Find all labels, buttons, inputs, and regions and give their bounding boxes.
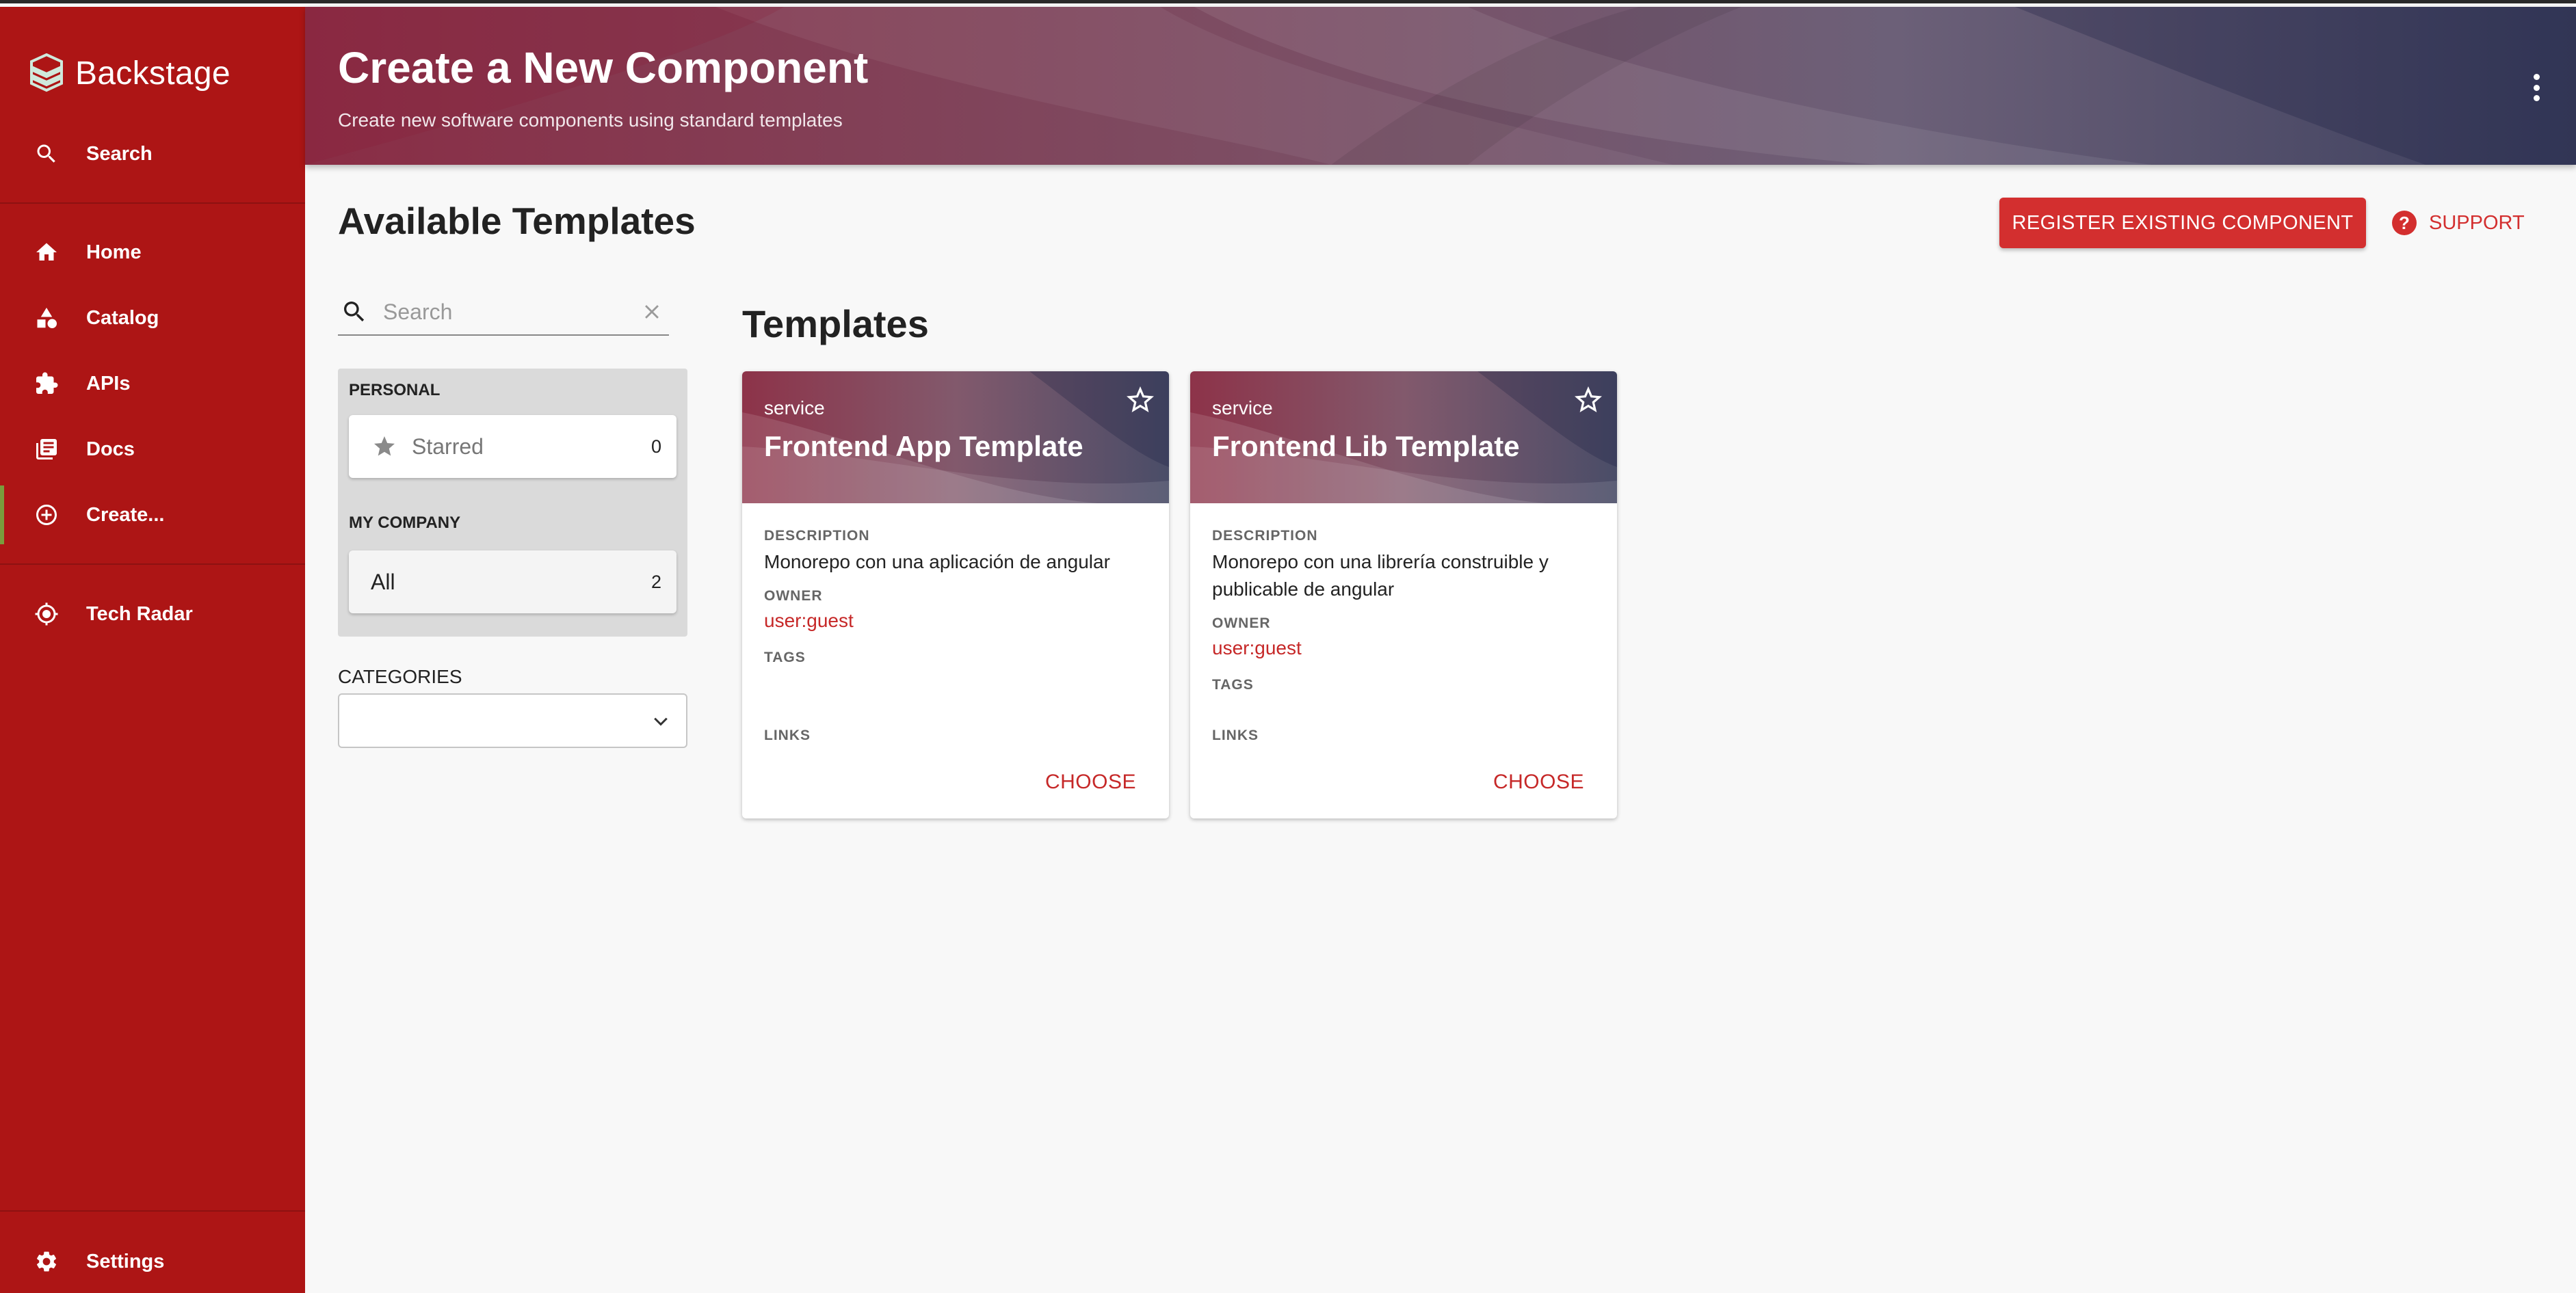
card-type: service (1212, 397, 1273, 418)
categories-label: CATEGORIES (338, 666, 462, 687)
filter-all-label: All (371, 569, 395, 594)
template-search (338, 289, 669, 336)
sidebar-item-label: APIs (86, 372, 131, 395)
support-label: SUPPORT (2429, 211, 2525, 234)
description-label: DESCRIPTION (764, 528, 870, 544)
clear-icon[interactable] (640, 300, 663, 323)
company-heading: MY COMPANY (349, 514, 461, 532)
owner-label: OWNER (764, 588, 823, 604)
puzzle-icon (36, 372, 58, 394)
card-body: DESCRIPTION Monorepo con una librería co… (1190, 528, 1617, 744)
add-circle-icon (36, 505, 57, 525)
search-icon (344, 302, 365, 322)
sidebar-item-create[interactable]: Create... (0, 485, 305, 544)
logo-text: Backstage (75, 55, 231, 92)
links-label: LINKS (764, 728, 811, 743)
sidebar-item-label: Catalog (86, 306, 159, 329)
card-type: service (764, 397, 825, 418)
description-label: DESCRIPTION (1212, 528, 1318, 544)
sidebar-item-apis[interactable]: APIs (0, 354, 305, 413)
sidebar: Backstage Search Home Catalog APIs Docs … (0, 7, 305, 1293)
sidebar-item-label: Tech Radar (86, 602, 193, 625)
card-description-line: publicable de angular (1212, 578, 1395, 600)
radar-icon (35, 602, 58, 626)
chevron-down-icon (654, 717, 668, 726)
sidebar-divider (0, 202, 305, 204)
help-icon: ? (2392, 211, 2417, 235)
categories-select[interactable] (338, 693, 687, 748)
template-card: service Frontend Lib Template DESCRIPTIO… (1190, 371, 1617, 818)
choose-button[interactable]: CHOOSE (1045, 771, 1136, 794)
backstage-logo[interactable]: Backstage (29, 49, 231, 97)
catalog-icon (37, 308, 57, 328)
links-label: LINKS (1212, 728, 1259, 743)
sidebar-search-label: Search (86, 142, 153, 165)
tags-label: TAGS (764, 650, 806, 665)
page-title: Available Templates (338, 200, 696, 242)
home-icon (36, 243, 57, 261)
sidebar-item-label: Home (86, 241, 142, 263)
filter-starred-count: 0 (650, 436, 661, 457)
header-subtitle: Create new software components using sta… (338, 109, 843, 131)
sidebar-item-label: Settings (86, 1250, 165, 1272)
owner-filter-panel: PERSONAL Starred 0 MY COMPANY All 2 (338, 369, 687, 637)
filter-starred-label: Starred (412, 434, 484, 459)
tags-label: TAGS (1212, 677, 1254, 693)
star-icon (374, 436, 395, 456)
star-outline-icon[interactable] (1124, 384, 1157, 416)
owner-label: OWNER (1212, 615, 1271, 631)
sidebar-item-settings[interactable]: Settings (0, 1232, 305, 1291)
filter-starred[interactable]: Starred 0 (349, 415, 676, 478)
search-input[interactable] (383, 299, 629, 325)
card-header: service Frontend Lib Template (1190, 371, 1617, 503)
app-window: Backstage Search Home Catalog APIs Docs … (0, 0, 2576, 1293)
choose-button[interactable]: CHOOSE (1493, 771, 1584, 794)
personal-heading: PERSONAL (349, 381, 441, 399)
templates-heading: Templates (742, 302, 929, 345)
card-owner-link[interactable]: user:guest (764, 610, 1147, 632)
card-body: DESCRIPTION Monorepo con una aplicación … (742, 528, 1169, 744)
card-title: Frontend App Template (764, 430, 1083, 462)
sidebar-divider (0, 1210, 305, 1212)
gear-icon (36, 1251, 57, 1272)
register-existing-component-button[interactable]: REGISTER EXISTING COMPONENT (1999, 198, 2366, 248)
filter-all[interactable]: All 2 (349, 550, 676, 613)
search-icon (37, 144, 55, 163)
sidebar-search[interactable]: Search (0, 124, 305, 183)
sidebar-divider (0, 563, 305, 565)
card-description-line: Monorepo con una librería construible y (1212, 551, 1549, 572)
star-outline-icon[interactable] (1572, 384, 1605, 416)
backstage-logo-icon (30, 53, 63, 92)
sidebar-item-catalog[interactable]: Catalog (0, 289, 305, 347)
template-card: service Frontend App Template DESCRIPTIO… (742, 371, 1169, 818)
header-title: Create a New Component (338, 43, 869, 92)
support-button[interactable]: ? SUPPORT (2392, 209, 2525, 237)
sidebar-item-home[interactable]: Home (0, 223, 305, 282)
sidebar-item-label: Create... (86, 503, 165, 526)
more-options-icon[interactable] (2531, 74, 2542, 101)
card-owner-link[interactable]: user:guest (1212, 637, 1595, 659)
card-header: service Frontend App Template (742, 371, 1169, 503)
card-title: Frontend Lib Template (1212, 430, 1520, 462)
docs-icon (36, 439, 57, 459)
sidebar-item-label: Docs (86, 438, 135, 460)
sidebar-item-tech-radar[interactable]: Tech Radar (0, 585, 305, 643)
filter-all-count: 2 (650, 571, 661, 592)
card-description: Monorepo con una aplicación de angular (764, 551, 1110, 572)
sidebar-item-docs[interactable]: Docs (0, 420, 305, 479)
page-header: Create a New Component Create new softwa… (305, 7, 2576, 165)
